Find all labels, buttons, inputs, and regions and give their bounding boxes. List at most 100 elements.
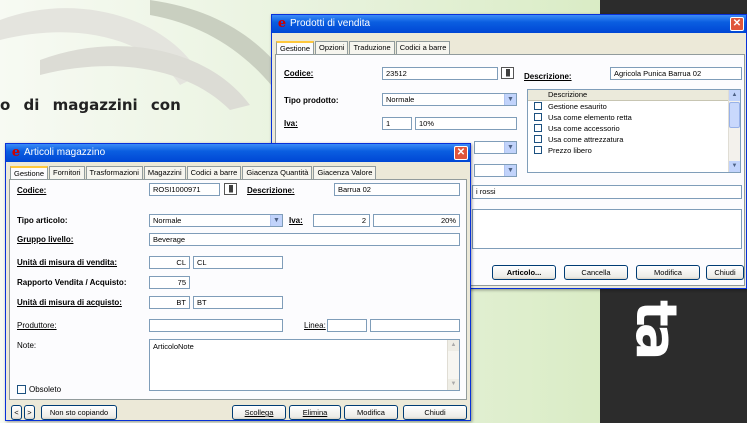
tab-giacenza-quantita[interactable]: Giacenza Quantità xyxy=(242,166,313,179)
scroll-thumb[interactable] xyxy=(729,102,740,128)
linea-code-input[interactable] xyxy=(327,319,367,332)
tipo-articolo-value: Normale xyxy=(153,216,182,225)
codice-label: Codice: xyxy=(17,186,47,195)
tipo-prodotto-select[interactable]: Normale ▼ xyxy=(382,93,517,106)
tab-fornitori[interactable]: Fornitori xyxy=(49,166,85,179)
option-checkbox[interactable] xyxy=(534,124,542,132)
iva-percent-input[interactable]: 20% xyxy=(373,214,460,227)
app-logo-icon: e xyxy=(11,145,21,160)
articoli-titlebar[interactable]: e Articoli magazzino ✕ xyxy=(6,144,470,162)
option-checkbox[interactable] xyxy=(534,146,542,154)
scroll-down-icon[interactable]: ▼ xyxy=(729,161,740,172)
iva-label: Iva: xyxy=(289,216,303,225)
dropdown-arrow-icon[interactable]: ▼ xyxy=(504,142,516,153)
um-acquisto-label: Unità di misura di acquisto: xyxy=(17,298,122,307)
tab-traduzione[interactable]: Traduzione xyxy=(349,41,395,54)
nav-prev-button[interactable]: < xyxy=(11,405,22,420)
tab-codici-a-barre[interactable]: Codici a barre xyxy=(186,166,242,179)
modifica-button[interactable]: Modifica xyxy=(344,405,398,420)
tab-codici-a-barre[interactable]: Codici a barre xyxy=(395,41,451,54)
option-checkbox[interactable] xyxy=(534,102,542,110)
descrizione-label: Descrizione: xyxy=(524,72,572,81)
scollega-button[interactable]: Scollega xyxy=(232,405,286,420)
iva-code-input[interactable]: 2 xyxy=(313,214,370,227)
covered-select-2[interactable]: ▼ xyxy=(474,164,517,177)
codice-label: Codice: xyxy=(284,69,314,78)
um-vendita-code-input[interactable]: CL xyxy=(149,256,190,269)
list-item[interactable]: Usa come elemento retta xyxy=(528,112,740,123)
articolo-button[interactable]: Articolo... xyxy=(492,265,556,280)
options-list-header: Descrizione xyxy=(528,90,740,101)
list-item[interactable]: Gestione esaurito xyxy=(528,101,740,112)
partial-text-field[interactable]: i rossi xyxy=(472,185,742,199)
list-item[interactable]: Usa come accessorio xyxy=(528,123,740,134)
close-icon[interactable]: ✕ xyxy=(454,146,468,160)
codice-input[interactable]: 23512 xyxy=(382,67,498,80)
dropdown-arrow-icon[interactable]: ▼ xyxy=(504,94,516,105)
rapporto-label: Rapporto Vendita / Acquisto: xyxy=(17,278,127,287)
produttore-label: Produttore: xyxy=(17,321,57,330)
prodotti-titlebar[interactable]: e Prodotti di vendita ✕ xyxy=(272,15,746,33)
close-icon[interactable]: ✕ xyxy=(730,17,744,31)
dropdown-arrow-icon[interactable]: ▼ xyxy=(504,165,516,176)
codice-input[interactable]: ROSI1000971 xyxy=(149,183,220,196)
list-item[interactable]: Prezzo libero xyxy=(528,145,740,156)
chiudi-button[interactable]: Chiudi xyxy=(403,405,467,420)
background-heading: o di magazzini con xyxy=(0,96,181,114)
linea-desc-input[interactable] xyxy=(370,319,460,332)
note-value: ArticoloNote xyxy=(153,342,194,351)
tab-gestione[interactable]: Gestione xyxy=(276,41,315,55)
iva-percent-input[interactable]: 10% xyxy=(415,117,517,130)
background-decorative-letters: ta xyxy=(623,300,688,357)
modifica-button[interactable]: Modifica xyxy=(636,265,700,280)
scroll-up-icon[interactable]: ▲ xyxy=(448,340,459,351)
option-label: Usa come accessorio xyxy=(548,124,620,133)
options-list: Descrizione Gestione esaurito Usa come e… xyxy=(527,89,741,173)
note-label: Note: xyxy=(17,341,37,350)
note-textarea[interactable]: ArticoloNote ▲ ▼ xyxy=(149,339,460,391)
prodotti-notes-area[interactable] xyxy=(472,209,742,249)
gruppo-livello-input[interactable]: Beverage xyxy=(149,233,460,246)
option-checkbox[interactable] xyxy=(534,135,542,143)
produttore-input[interactable] xyxy=(149,319,283,332)
nav-next-button[interactable]: > xyxy=(24,405,35,420)
um-acquisto-desc-input[interactable]: BT xyxy=(193,296,283,309)
tab-giacenza-valore[interactable]: Giacenza Valore xyxy=(313,166,377,179)
descrizione-input[interactable]: Barrua 02 xyxy=(334,183,460,196)
iva-code-input[interactable]: 1 xyxy=(382,117,412,130)
um-acquisto-code-input[interactable]: BT xyxy=(149,296,190,309)
articoli-title: Articoli magazzino xyxy=(24,147,106,158)
option-label: Gestione esaurito xyxy=(548,102,607,111)
options-scrollbar[interactable]: ▲ ▼ xyxy=(728,90,740,172)
chiudi-button[interactable]: Chiudi xyxy=(706,265,744,280)
tipo-articolo-select[interactable]: Normale ▼ xyxy=(149,214,283,227)
tipo-articolo-label: Tipo articolo: xyxy=(17,216,68,225)
cancella-button[interactable]: Cancella xyxy=(564,265,628,280)
barcode-icon[interactable]: ||| xyxy=(501,67,514,79)
scroll-down-icon[interactable]: ▼ xyxy=(448,379,459,390)
obsoleto-checkbox[interactable] xyxy=(17,385,26,394)
articoli-tabs: Gestione Fornitori Trasformazioni Magazz… xyxy=(10,166,377,180)
um-vendita-desc-input[interactable]: CL xyxy=(193,256,283,269)
articoli-panel: Codice: ROSI1000971 ||| Descrizione: Bar… xyxy=(9,179,467,400)
note-scrollbar[interactable]: ▲ ▼ xyxy=(447,340,459,390)
rapporto-input[interactable]: 75 xyxy=(149,276,190,289)
copy-status-button[interactable]: Non sto copiando xyxy=(41,405,117,420)
prodotti-tabs: Gestione Opzioni Traduzione Codici a bar… xyxy=(276,41,451,55)
barcode-icon[interactable]: ||| xyxy=(224,183,237,195)
tab-gestione[interactable]: Gestione xyxy=(10,166,49,180)
tab-magazzini[interactable]: Magazzini xyxy=(143,166,186,179)
descrizione-input[interactable]: Agricola Punica Barrua 02 xyxy=(610,67,742,80)
dropdown-arrow-icon[interactable]: ▼ xyxy=(270,215,282,226)
linea-label: Linea: xyxy=(304,321,326,330)
app-logo-icon: e xyxy=(277,16,287,31)
tab-opzioni[interactable]: Opzioni xyxy=(315,41,349,54)
covered-select-1[interactable]: ▼ xyxy=(474,141,517,154)
option-label: Prezzo libero xyxy=(548,146,592,155)
list-item[interactable]: Usa come attrezzatura xyxy=(528,134,740,145)
scroll-up-icon[interactable]: ▲ xyxy=(729,90,740,101)
option-checkbox[interactable] xyxy=(534,113,542,121)
elimina-button[interactable]: Elimina xyxy=(289,405,341,420)
tab-trasformazioni[interactable]: Trasformazioni xyxy=(85,166,143,179)
gruppo-livello-label: Gruppo livello: xyxy=(17,235,74,244)
